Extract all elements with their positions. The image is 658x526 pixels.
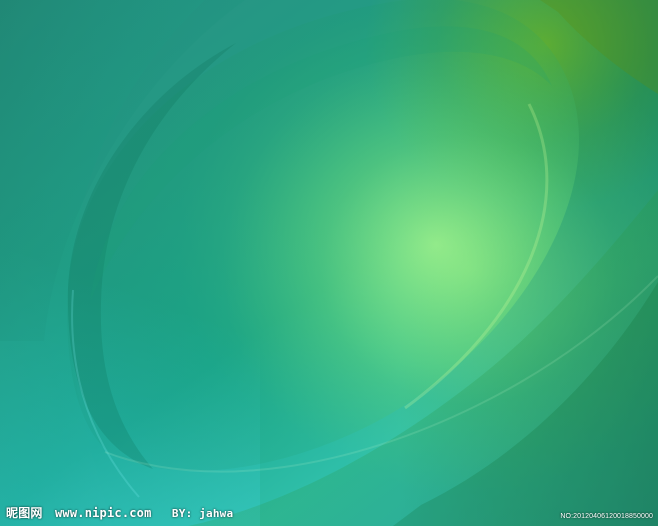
abstract-curves-art (0, 0, 658, 526)
wallpaper-canvas: 昵图网 www.nipic.com BY: jahwa NO:201204061… (0, 0, 658, 526)
